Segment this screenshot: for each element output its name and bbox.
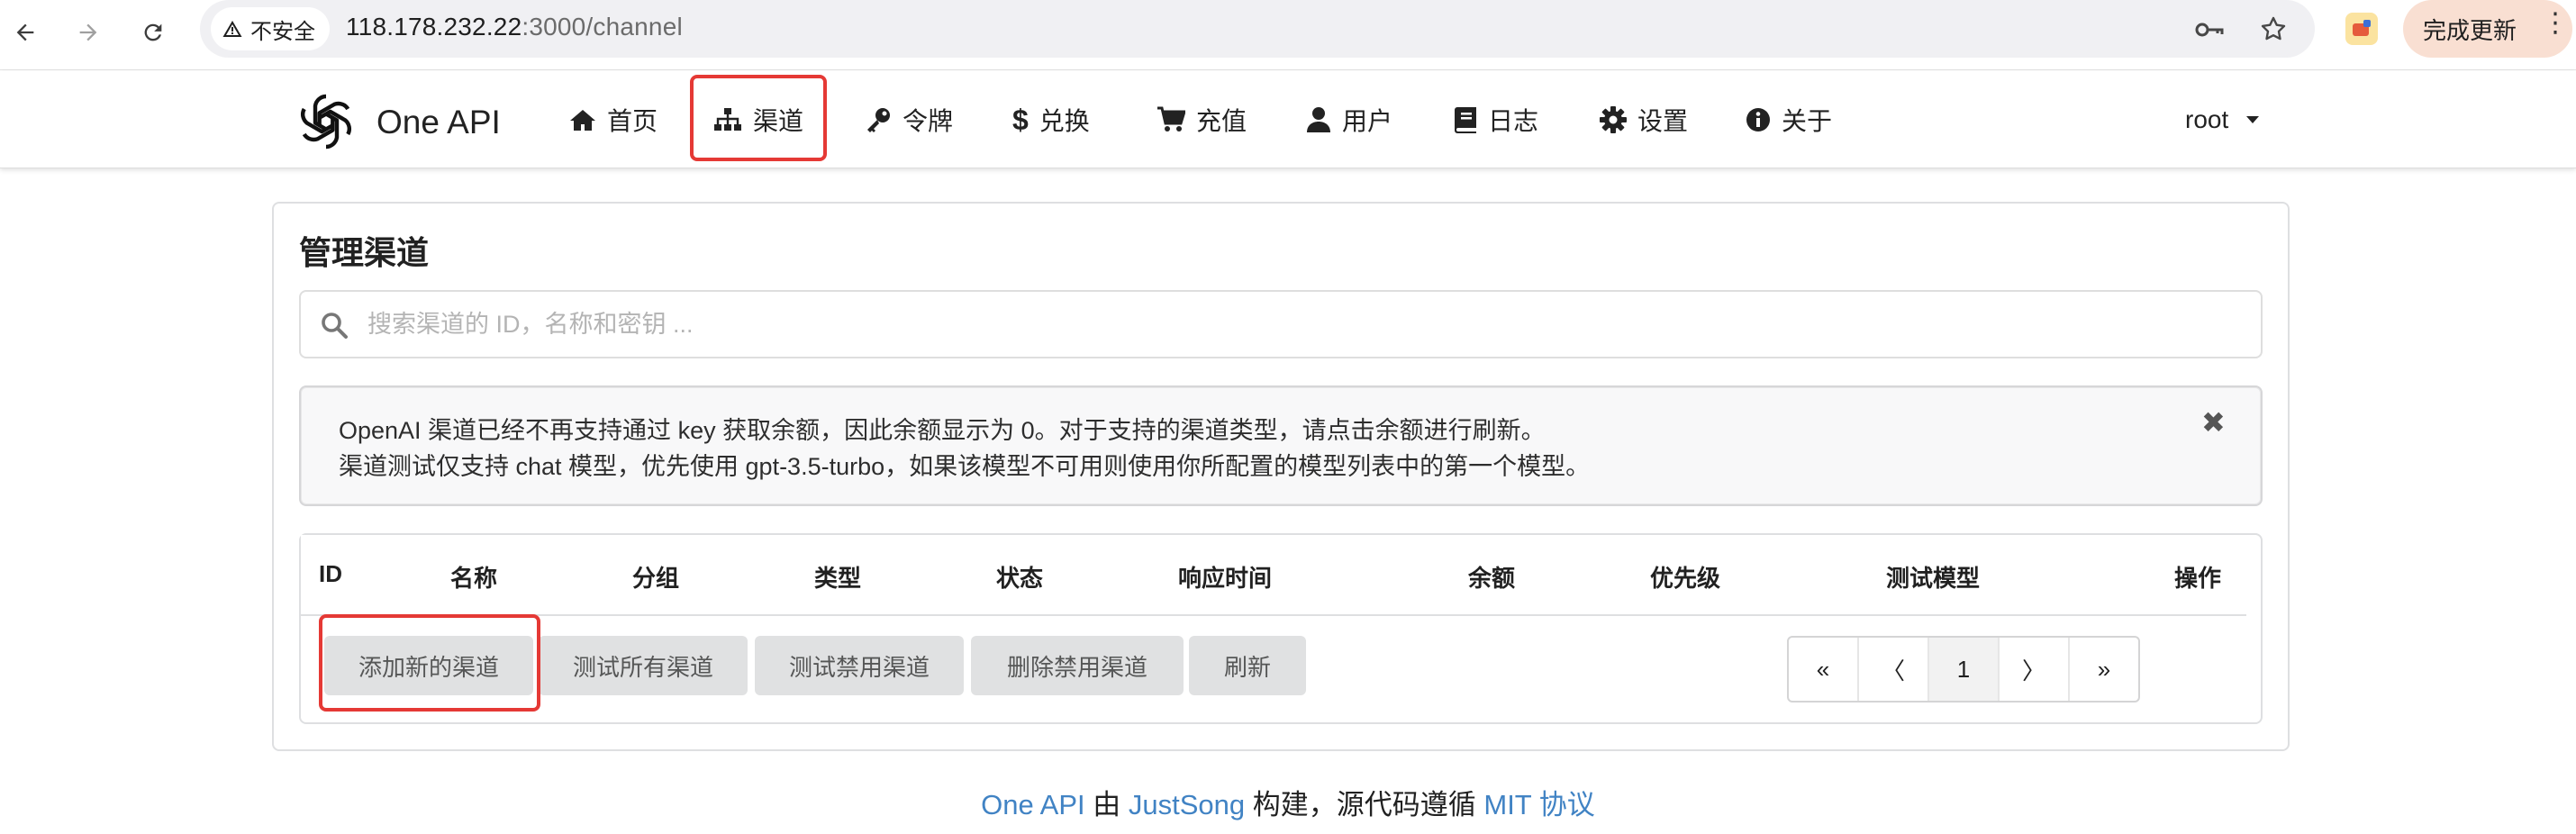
nav-users[interactable]: 用户 [1306, 71, 1392, 168]
key-icon [867, 108, 890, 132]
col-name[interactable]: 名称 [450, 560, 497, 594]
reload-button[interactable] [133, 13, 173, 52]
nav-logs-label: 日志 [1488, 107, 1539, 135]
cart-icon [1157, 106, 1185, 131]
col-test-model[interactable]: 测试模型 [1886, 560, 1980, 594]
site-header: One API 首页 渠道 令牌 $ 兑换 充值 用户 日志 设置 关于 roo… [0, 71, 2576, 168]
nav-settings[interactable]: 设置 [1600, 71, 1688, 168]
page-1-button[interactable]: 1 [1929, 638, 2000, 701]
nav-redeem[interactable]: $ 兑换 [1012, 71, 1090, 168]
user-name: root [2185, 105, 2229, 133]
reload-icon [144, 23, 162, 41]
footer-link-oneapi[interactable]: One API [981, 789, 1084, 820]
nav-logs[interactable]: 日志 [1454, 71, 1538, 168]
forward-button[interactable] [68, 13, 108, 52]
info-icon [1746, 108, 1770, 131]
gear-icon [1600, 106, 1627, 133]
browser-toolbar: 不安全 118.178.232.22:3000/channel 完成更新 ⋮ [0, 0, 2576, 70]
bookmark-star-icon[interactable] [2259, 14, 2288, 43]
col-status[interactable]: 状态 [996, 560, 1043, 594]
nav-token-label: 令牌 [903, 107, 954, 135]
delete-disabled-channels-button[interactable]: 删除禁用渠道 [971, 636, 1184, 695]
security-chip[interactable]: 不安全 [211, 7, 330, 50]
security-label: 不安全 [250, 19, 315, 44]
home-icon [570, 110, 595, 131]
pagination: « 〈 1 〉 » [1787, 636, 2140, 703]
test-all-channels-button[interactable]: 测试所有渠道 [539, 636, 748, 695]
notice-line-2: 渠道测试仅支持 chat 模型，优先使用 gpt-3.5-turbo，如果该模型… [339, 453, 1591, 480]
col-actions[interactable]: 操作 [2174, 560, 2221, 594]
nav-users-label: 用户 [1342, 107, 1393, 135]
logo-text[interactable]: One API [376, 104, 501, 141]
update-label: 完成更新 [2423, 16, 2517, 44]
first-page-button[interactable]: « [1789, 638, 1859, 701]
book-icon [1455, 107, 1476, 133]
footer-link-license[interactable]: MIT 协议 [1483, 789, 1594, 820]
back-button[interactable] [5, 13, 45, 52]
col-type[interactable]: 类型 [814, 560, 861, 594]
extension-icon[interactable] [2345, 13, 2378, 45]
footer: One API 由 JustSong 构建，源代码遵循 MIT 协议 [0, 782, 2576, 822]
url-host: 118.178.232.22 [346, 13, 522, 41]
search-icon [322, 313, 348, 339]
address-bar[interactable]: 不安全 118.178.232.22:3000/channel [200, 0, 2315, 58]
dollar-icon: $ [1012, 103, 1029, 136]
more-menu-icon[interactable]: ⋮ [2542, 7, 2569, 39]
col-response-time[interactable]: 响应时间 [1178, 560, 1272, 594]
url-path: :3000/channel [522, 13, 683, 41]
channel-table: ID 名称 分组 类型 状态 响应时间 余额 优先级 测试模型 操作 添加新的渠… [299, 533, 2263, 724]
nav-topup-label: 充值 [1196, 107, 1247, 135]
nav-settings-label: 设置 [1637, 107, 1689, 135]
nav-redeem-label: 兑换 [1039, 107, 1090, 135]
password-key-icon[interactable] [2194, 16, 2225, 43]
col-balance[interactable]: 余额 [1468, 560, 1515, 594]
notice-message: OpenAI 渠道已经不再支持通过 key 获取余额，因此余额显示为 0。对于支… [299, 385, 2263, 506]
user-dropdown[interactable]: root [2185, 71, 2261, 168]
highlight-box-add-channel [319, 614, 540, 712]
caret-down-icon [2246, 116, 2260, 123]
openai-logo-icon[interactable] [294, 89, 358, 154]
last-page-button[interactable]: » [2070, 638, 2138, 701]
refresh-button[interactable]: 刷新 [1189, 636, 1306, 695]
forward-arrow-icon [79, 23, 97, 41]
nav-home[interactable]: 首页 [569, 71, 658, 168]
highlight-box-channel [690, 75, 827, 161]
footer-link-justsong[interactable]: JustSong [1129, 789, 1245, 820]
prev-page-button[interactable]: 〈 [1859, 638, 1929, 701]
footer-text-1: 由 [1084, 789, 1129, 820]
back-arrow-icon [16, 23, 34, 41]
warning-icon [222, 21, 242, 37]
footer-text-2: 构建，源代码遵循 [1245, 789, 1484, 820]
table-header: ID 名称 分组 类型 状态 响应时间 余额 优先级 测试模型 操作 [301, 535, 2246, 616]
nav-about-label: 关于 [1782, 107, 1833, 135]
close-icon[interactable]: ✖ [2201, 405, 2226, 440]
nav-home-label: 首页 [607, 107, 658, 135]
test-disabled-channels-button[interactable]: 测试禁用渠道 [755, 636, 964, 695]
page-title: 管理渠道 [299, 234, 430, 271]
col-priority[interactable]: 优先级 [1650, 560, 1720, 594]
search-box[interactable] [299, 290, 2263, 358]
col-group[interactable]: 分组 [632, 560, 679, 594]
nav-token[interactable]: 令牌 [865, 71, 953, 168]
url-text[interactable]: 118.178.232.22:3000/channel [346, 13, 683, 41]
nav-topup[interactable]: 充值 [1156, 71, 1247, 168]
user-icon [1307, 107, 1330, 132]
search-input[interactable] [367, 292, 2241, 357]
notice-line-1: OpenAI 渠道已经不再支持通过 key 获取余额，因此余额显示为 0。对于支… [339, 417, 1546, 444]
next-page-button[interactable]: 〉 [2000, 638, 2070, 701]
col-id[interactable]: ID [319, 560, 342, 588]
update-button[interactable]: 完成更新 ⋮ [2403, 0, 2572, 58]
nav-about[interactable]: 关于 [1746, 71, 1832, 168]
